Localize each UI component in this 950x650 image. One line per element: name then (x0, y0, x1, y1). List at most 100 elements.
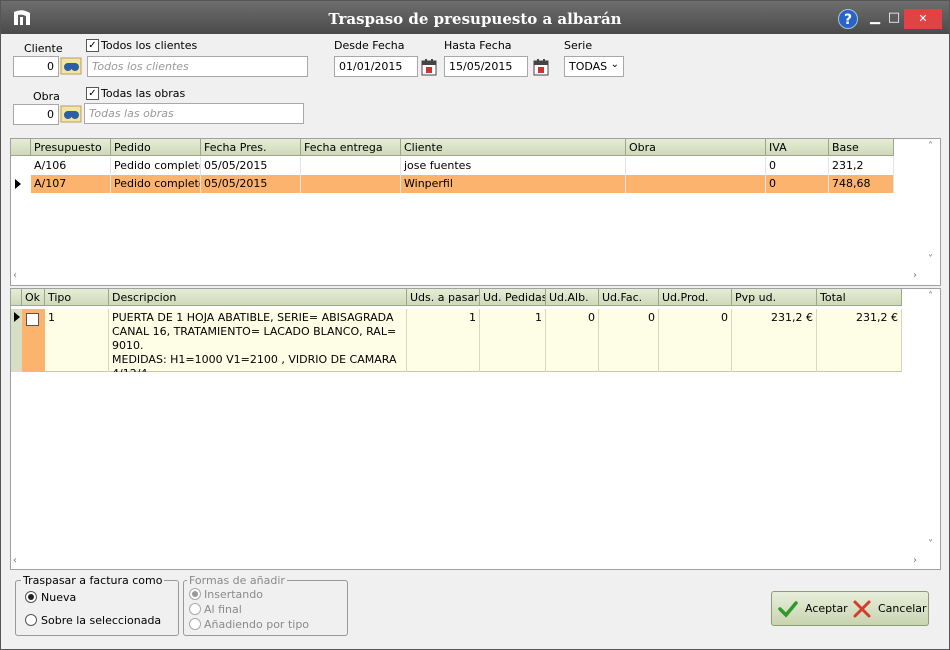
obra-placeholder: Todas las obras (89, 107, 174, 120)
budget-col-header[interactable]: Fecha Pres. (201, 139, 301, 156)
table-row[interactable]: 1 PUERTA DE 1 HOJA ABATIBLE, SERIE= ABIS… (11, 309, 902, 372)
lines-col-header[interactable]: Pvp ud. (732, 289, 817, 306)
cell-pedido: Pedido completo (111, 175, 201, 193)
budget-col-header[interactable]: Base (829, 139, 894, 156)
scroll-down-icon[interactable]: ˅ (928, 539, 933, 553)
table-row-selected[interactable]: A/107 Pedido completo 05/05/2015 Winperf… (11, 175, 894, 193)
lines-col-header[interactable]: Total (817, 289, 902, 306)
descripcion-line: 9010. (112, 339, 144, 352)
calendar-hasta-icon[interactable] (533, 58, 549, 76)
cliente-code-input[interactable]: 0 (13, 56, 59, 77)
help-icon[interactable]: ? (838, 9, 858, 29)
lines-col-header[interactable]: Ud. Pedidas (480, 289, 546, 306)
search-cliente-icon[interactable] (60, 56, 82, 76)
serie-label: Serie (564, 39, 593, 52)
cell-descripcion: PUERTA DE 1 HOJA ABATIBLE, SERIE= ABISAG… (109, 309, 407, 372)
budget-col-header[interactable]: IVA (766, 139, 829, 156)
obra-code-input[interactable]: 0 (13, 104, 59, 125)
descripcion-line: MEDIDAS: H1=1000 V1=2100 , VIDRIO DE CAM… (112, 353, 397, 372)
cliente-label: Cliente (24, 42, 63, 55)
todos-clientes-checkbox[interactable]: ✓ (86, 39, 99, 52)
lines-col-header[interactable]: Descripcion (109, 289, 407, 306)
calendar-desde-icon[interactable] (421, 58, 437, 76)
accept-label: Aceptar (805, 602, 848, 615)
scroll-left-icon[interactable]: ‹ (13, 270, 17, 284)
radio-nueva[interactable] (25, 591, 37, 603)
cell-tipo: 1 (45, 309, 109, 372)
accept-button[interactable]: Aceptar (776, 597, 848, 621)
scroll-left-icon[interactable]: ‹ (13, 555, 17, 569)
radio-sobre-seleccionada[interactable] (25, 614, 37, 626)
cell-presupuesto: A/106 (31, 157, 111, 175)
cancel-label: Cancelar (878, 602, 927, 615)
todas-obras-label: Todas las obras (101, 87, 186, 100)
radio-insertando (189, 588, 201, 600)
cell-fecha-entrega (301, 175, 401, 193)
dialog-window: Traspaso de presupuesto a albarán ? ▁ □ … (0, 0, 950, 650)
budget-col-header[interactable]: Fecha entrega (301, 139, 401, 156)
cell-fecha-pres: 05/05/2015 (201, 157, 301, 175)
todas-obras-checkbox[interactable]: ✓ (86, 87, 99, 100)
close-button[interactable]: ✕ (904, 9, 942, 29)
serie-select[interactable]: TODAS ⌄ (564, 56, 624, 77)
scroll-right-icon[interactable]: › (913, 270, 917, 284)
budget-col-header[interactable]: Obra (626, 139, 766, 156)
desde-fecha-label: Desde Fecha (334, 39, 405, 52)
maximize-button[interactable]: □ (884, 9, 904, 27)
cell-ud-prod: 0 (659, 309, 732, 372)
window-title: Traspaso de presupuesto a albarán (328, 10, 622, 28)
scroll-down-icon[interactable]: ˅ (928, 254, 933, 268)
cell-iva: 0 (766, 157, 829, 175)
radio-por-tipo (189, 618, 201, 630)
cell-obra (626, 157, 766, 175)
cell-presupuesto: A/107 (31, 175, 111, 193)
ok-checkbox[interactable] (26, 313, 39, 326)
lines-col-header[interactable]: Ud.Alb. (546, 289, 599, 306)
hasta-fecha-input[interactable]: 15/05/2015 (444, 56, 528, 77)
lines-col-header[interactable]: Ud.Prod. (659, 289, 732, 306)
cell-fecha-entrega (301, 157, 401, 175)
cell-ud-pedidas: 1 (480, 309, 546, 372)
radio-al-final-label: Al final (204, 603, 242, 616)
cancel-x-icon (853, 600, 871, 618)
cliente-placeholder: Todos los clientes (92, 60, 189, 73)
radio-al-final (189, 603, 201, 615)
search-obra-icon[interactable] (60, 104, 82, 124)
traspasar-group (15, 580, 179, 636)
lines-col-header[interactable]: Uds. a pasar (407, 289, 480, 306)
lines-col-header[interactable]: Ud.Fac. (599, 289, 659, 306)
desde-fecha-input[interactable]: 01/01/2015 (334, 56, 418, 77)
obra-name-input[interactable]: Todas las obras (84, 103, 304, 124)
descripcion-line: CANAL 16, TRATAMIENTO= LACADO BLANCO, RA… (112, 325, 397, 338)
cancel-button[interactable]: Cancelar (850, 597, 927, 621)
table-row[interactable]: A/106 Pedido completo 05/05/2015 jose fu… (11, 157, 894, 175)
cell-obra (626, 175, 766, 193)
radio-por-tipo-label: Añadiendo por tipo (204, 618, 310, 631)
cliente-name-input[interactable]: Todos los clientes (87, 56, 308, 77)
title-bar: Traspaso de presupuesto a albarán ? ▁ □ … (1, 1, 949, 34)
scroll-up-icon[interactable]: ˄ (928, 141, 933, 155)
scroll-right-icon[interactable]: › (913, 555, 917, 569)
budget-col-header[interactable]: Presupuesto (31, 139, 111, 156)
cell-base: 748,68 (829, 175, 894, 193)
lines-col-header[interactable]: Ok (22, 289, 45, 306)
chevron-down-icon: ⌄ (610, 59, 619, 70)
row-indicator-icon (14, 312, 20, 322)
cell-iva: 0 (766, 175, 829, 193)
cell-ud-alb: 0 (546, 309, 599, 372)
budget-col-header[interactable]: Pedido (111, 139, 201, 156)
cell-ud-fac: 0 (599, 309, 659, 372)
minimize-button[interactable]: ▁ (865, 9, 885, 27)
cell-fecha-pres: 05/05/2015 (201, 175, 301, 193)
lines-col-header[interactable]: Tipo (45, 289, 109, 306)
descripcion-line: PUERTA DE 1 HOJA ABATIBLE, SERIE= ABISAG… (112, 311, 394, 324)
cell-total: 231,2 € (817, 309, 902, 372)
radio-insertando-label: Insertando (204, 588, 263, 601)
formas-title: Formas de añadir (187, 574, 287, 587)
traspasar-title: Traspasar a factura como (21, 574, 165, 587)
budget-col-header[interactable]: Cliente (401, 139, 626, 156)
lines-grid-corner (11, 289, 22, 306)
scroll-up-icon[interactable]: ˄ (928, 291, 933, 305)
budget-grid-corner (11, 139, 31, 156)
cell-uds-pasar[interactable]: 1 (407, 309, 480, 372)
